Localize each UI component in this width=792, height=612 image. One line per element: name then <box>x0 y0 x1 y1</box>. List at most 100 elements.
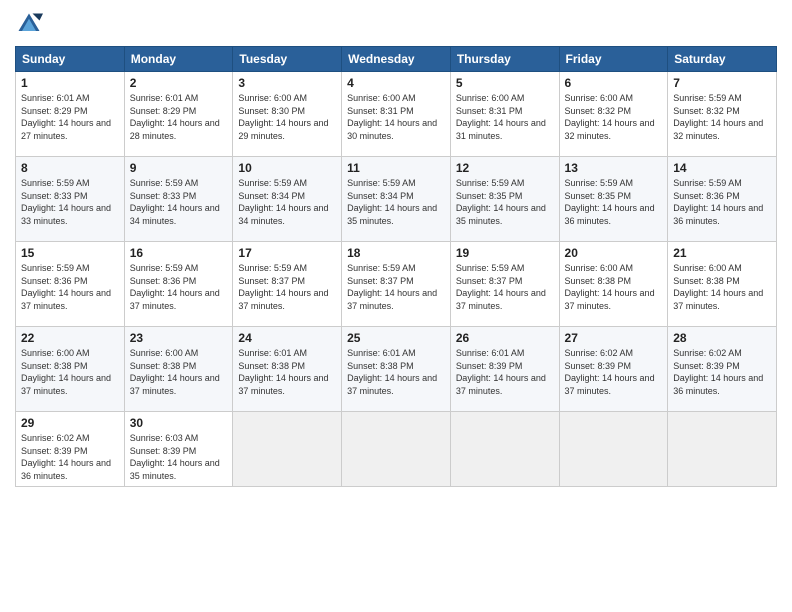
calendar-cell: 16 Sunrise: 5:59 AMSunset: 8:36 PMDayligh… <box>124 242 233 327</box>
day-number: 18 <box>347 246 445 260</box>
day-info: Sunrise: 6:03 AMSunset: 8:39 PMDaylight:… <box>130 433 220 481</box>
calendar-body: 1 Sunrise: 6:01 AMSunset: 8:29 PMDaylight… <box>16 72 777 487</box>
calendar: SundayMondayTuesdayWednesdayThursdayFrid… <box>15 46 777 487</box>
logo <box>15 10 47 38</box>
day-number: 17 <box>238 246 336 260</box>
day-info: Sunrise: 6:01 AMSunset: 8:29 PMDaylight:… <box>21 93 111 141</box>
day-number: 9 <box>130 161 228 175</box>
calendar-week: 15 Sunrise: 5:59 AMSunset: 8:36 PMDayligh… <box>16 242 777 327</box>
page: SundayMondayTuesdayWednesdayThursdayFrid… <box>0 0 792 612</box>
day-info: Sunrise: 6:00 AMSunset: 8:31 PMDaylight:… <box>456 93 546 141</box>
calendar-cell: 15 Sunrise: 5:59 AMSunset: 8:36 PMDayligh… <box>16 242 125 327</box>
day-of-week-header: Sunday <box>16 47 125 72</box>
calendar-cell <box>559 412 668 487</box>
calendar-cell <box>668 412 777 487</box>
day-info: Sunrise: 6:00 AMSunset: 8:38 PMDaylight:… <box>673 263 763 311</box>
calendar-week: 29 Sunrise: 6:02 AMSunset: 8:39 PMDayligh… <box>16 412 777 487</box>
day-number: 14 <box>673 161 771 175</box>
calendar-cell: 29 Sunrise: 6:02 AMSunset: 8:39 PMDayligh… <box>16 412 125 487</box>
calendar-cell: 3 Sunrise: 6:00 AMSunset: 8:30 PMDaylight… <box>233 72 342 157</box>
calendar-cell: 22 Sunrise: 6:00 AMSunset: 8:38 PMDayligh… <box>16 327 125 412</box>
day-number: 22 <box>21 331 119 345</box>
day-number: 10 <box>238 161 336 175</box>
calendar-cell: 13Sunrise: 5:59 AMSunset: 8:35 PMDayligh… <box>559 157 668 242</box>
calendar-cell: 9 Sunrise: 5:59 AMSunset: 8:33 PMDaylight… <box>124 157 233 242</box>
day-number: 11 <box>347 161 445 175</box>
calendar-cell: 27Sunrise: 6:02 AMSunset: 8:39 PMDayligh… <box>559 327 668 412</box>
day-of-week-header: Friday <box>559 47 668 72</box>
calendar-cell: 26 Sunrise: 6:01 AMSunset: 8:39 PMDayligh… <box>450 327 559 412</box>
day-number: 29 <box>21 416 119 430</box>
calendar-cell: 2 Sunrise: 6:01 AMSunset: 8:29 PMDaylight… <box>124 72 233 157</box>
day-of-week-row: SundayMondayTuesdayWednesdayThursdayFrid… <box>16 47 777 72</box>
day-number: 16 <box>130 246 228 260</box>
day-number: 7 <box>673 76 771 90</box>
day-info: Sunrise: 6:02 AMSunset: 8:39 PMDaylight:… <box>21 433 111 481</box>
day-info: Sunrise: 6:02 AMSunset: 8:39 PMDaylight:… <box>673 348 763 396</box>
day-info: Sunrise: 5:59 AMSunset: 8:35 PMDaylight:… <box>456 178 546 226</box>
day-number: 26 <box>456 331 554 345</box>
calendar-cell: 7 Sunrise: 5:59 AMSunset: 8:32 PMDaylight… <box>668 72 777 157</box>
calendar-cell: 25 Sunrise: 6:01 AMSunset: 8:38 PMDayligh… <box>342 327 451 412</box>
calendar-cell: 12 Sunrise: 5:59 AMSunset: 8:35 PMDayligh… <box>450 157 559 242</box>
day-info: Sunrise: 6:01 AMSunset: 8:29 PMDaylight:… <box>130 93 220 141</box>
day-number: 5 <box>456 76 554 90</box>
day-info: Sunrise: 6:01 AMSunset: 8:38 PMDaylight:… <box>347 348 437 396</box>
calendar-cell: 18 Sunrise: 5:59 AMSunset: 8:37 PMDayligh… <box>342 242 451 327</box>
day-of-week-header: Thursday <box>450 47 559 72</box>
calendar-cell: 1 Sunrise: 6:01 AMSunset: 8:29 PMDaylight… <box>16 72 125 157</box>
day-number: 8 <box>21 161 119 175</box>
calendar-cell: 14 Sunrise: 5:59 AMSunset: 8:36 PMDayligh… <box>668 157 777 242</box>
day-info: Sunrise: 6:00 AMSunset: 8:38 PMDaylight:… <box>130 348 220 396</box>
day-number: 20 <box>565 246 663 260</box>
day-info: Sunrise: 6:00 AMSunset: 8:30 PMDaylight:… <box>238 93 328 141</box>
calendar-cell <box>233 412 342 487</box>
calendar-cell: 28 Sunrise: 6:02 AMSunset: 8:39 PMDayligh… <box>668 327 777 412</box>
calendar-week: 1 Sunrise: 6:01 AMSunset: 8:29 PMDaylight… <box>16 72 777 157</box>
day-number: 24 <box>238 331 336 345</box>
day-info: Sunrise: 6:02 AMSunset: 8:39 PMDaylight:… <box>565 348 655 396</box>
day-number: 2 <box>130 76 228 90</box>
calendar-cell: 20 Sunrise: 6:00 AMSunset: 8:38 PMDayligh… <box>559 242 668 327</box>
day-info: Sunrise: 5:59 AMSunset: 8:32 PMDaylight:… <box>673 93 763 141</box>
calendar-cell <box>450 412 559 487</box>
day-info: Sunrise: 5:59 AMSunset: 8:33 PMDaylight:… <box>130 178 220 226</box>
day-number: 1 <box>21 76 119 90</box>
day-number: 15 <box>21 246 119 260</box>
day-info: Sunrise: 5:59 AMSunset: 8:36 PMDaylight:… <box>130 263 220 311</box>
day-number: 6 <box>565 76 663 90</box>
calendar-cell: 6Sunrise: 6:00 AMSunset: 8:32 PMDaylight… <box>559 72 668 157</box>
day-info: Sunrise: 5:59 AMSunset: 8:34 PMDaylight:… <box>347 178 437 226</box>
day-of-week-header: Wednesday <box>342 47 451 72</box>
calendar-cell: 5 Sunrise: 6:00 AMSunset: 8:31 PMDaylight… <box>450 72 559 157</box>
header <box>15 10 777 38</box>
day-of-week-header: Saturday <box>668 47 777 72</box>
calendar-cell: 24Sunrise: 6:01 AMSunset: 8:38 PMDayligh… <box>233 327 342 412</box>
day-info: Sunrise: 5:59 AMSunset: 8:36 PMDaylight:… <box>21 263 111 311</box>
logo-icon <box>15 10 43 38</box>
calendar-cell: 19Sunrise: 5:59 AMSunset: 8:37 PMDayligh… <box>450 242 559 327</box>
day-info: Sunrise: 5:59 AMSunset: 8:36 PMDaylight:… <box>673 178 763 226</box>
calendar-cell <box>342 412 451 487</box>
day-number: 21 <box>673 246 771 260</box>
day-number: 3 <box>238 76 336 90</box>
day-number: 28 <box>673 331 771 345</box>
day-number: 12 <box>456 161 554 175</box>
calendar-cell: 23 Sunrise: 6:00 AMSunset: 8:38 PMDayligh… <box>124 327 233 412</box>
calendar-week: 22 Sunrise: 6:00 AMSunset: 8:38 PMDayligh… <box>16 327 777 412</box>
calendar-cell: 8 Sunrise: 5:59 AMSunset: 8:33 PMDaylight… <box>16 157 125 242</box>
day-info: Sunrise: 6:00 AMSunset: 8:38 PMDaylight:… <box>565 263 655 311</box>
day-info: Sunrise: 5:59 AMSunset: 8:37 PMDaylight:… <box>347 263 437 311</box>
calendar-cell: 10Sunrise: 5:59 AMSunset: 8:34 PMDayligh… <box>233 157 342 242</box>
calendar-week: 8 Sunrise: 5:59 AMSunset: 8:33 PMDaylight… <box>16 157 777 242</box>
day-info: Sunrise: 5:59 AMSunset: 8:37 PMDaylight:… <box>456 263 546 311</box>
day-of-week-header: Tuesday <box>233 47 342 72</box>
day-info: Sunrise: 5:59 AMSunset: 8:33 PMDaylight:… <box>21 178 111 226</box>
calendar-cell: 21 Sunrise: 6:00 AMSunset: 8:38 PMDayligh… <box>668 242 777 327</box>
calendar-cell: 11 Sunrise: 5:59 AMSunset: 8:34 PMDayligh… <box>342 157 451 242</box>
day-number: 23 <box>130 331 228 345</box>
day-number: 25 <box>347 331 445 345</box>
day-info: Sunrise: 6:01 AMSunset: 8:39 PMDaylight:… <box>456 348 546 396</box>
day-info: Sunrise: 6:00 AMSunset: 8:38 PMDaylight:… <box>21 348 111 396</box>
calendar-cell: 30Sunrise: 6:03 AMSunset: 8:39 PMDayligh… <box>124 412 233 487</box>
